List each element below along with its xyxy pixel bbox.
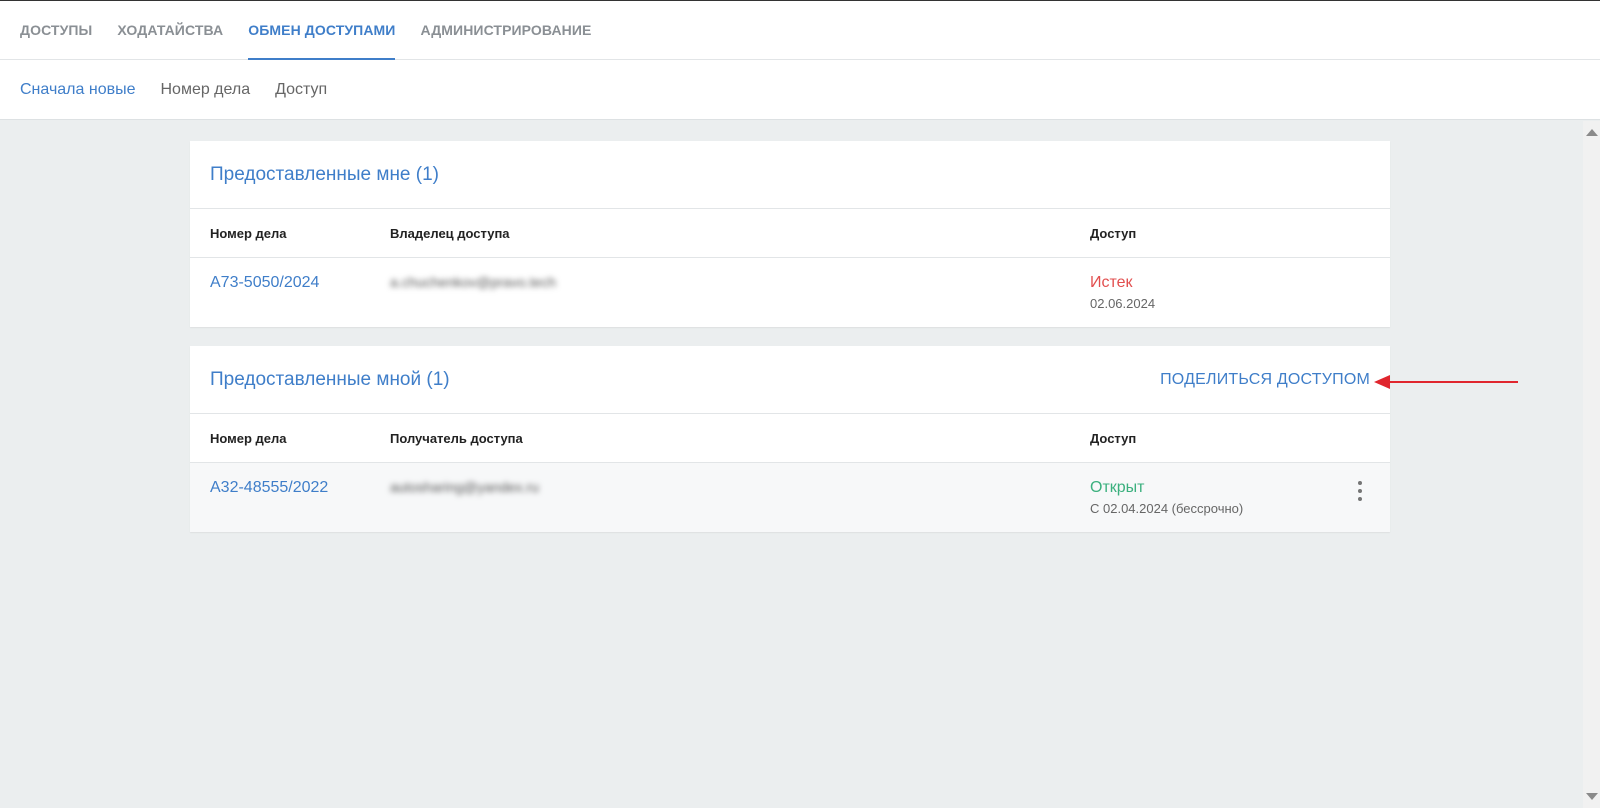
table-header: Номер дела Владелец доступа Доступ xyxy=(190,209,1390,258)
sort-access[interactable]: Доступ xyxy=(275,81,327,99)
granted-by-me-title: Предоставленные мной (1) xyxy=(210,368,450,390)
card-header: Предоставленные мне (1) xyxy=(190,141,1390,209)
column-header-case: Номер дела xyxy=(210,430,287,446)
column-header-case: Номер дела xyxy=(210,225,287,241)
card-header: Предоставленные мной (1) ПОДЕЛИТЬСЯ ДОСТ… xyxy=(190,346,1390,414)
column-header-access: Доступ xyxy=(1090,430,1137,446)
access-date: 02.06.2024 xyxy=(1090,296,1156,311)
table-row: А32-48555/2022 autosharing@yandex.ru Отк… xyxy=(190,463,1390,532)
access-date: С 02.04.2024 (бессрочно) xyxy=(1090,501,1244,516)
top-navigation: ДОСТУПЫ ХОДАТАЙСТВА ОБМЕН ДОСТУПАМИ АДМИ… xyxy=(0,0,1600,61)
column-header-access: Доступ xyxy=(1090,225,1137,241)
granted-by-me-card: Предоставленные мной (1) ПОДЕЛИТЬСЯ ДОСТ… xyxy=(190,346,1390,532)
scrollbar[interactable] xyxy=(1583,121,1600,808)
recipient-email: autosharing@yandex.ru xyxy=(390,479,539,495)
red-arrow-icon xyxy=(1374,375,1518,389)
main-content: Предоставленные мне (1) Номер дела Владе… xyxy=(0,121,1583,808)
sort-newest-first[interactable]: Сначала новые xyxy=(20,81,135,99)
case-number-link[interactable]: А73-5050/2024 xyxy=(210,274,319,291)
more-vertical-icon[interactable] xyxy=(1352,479,1368,503)
granted-to-me-title: Предоставленные мне (1) xyxy=(210,163,440,185)
table-row: А73-5050/2024 a.chuchenkov@pravo.tech Ис… xyxy=(190,258,1390,327)
tab-access-exchange[interactable]: ОБМЕН ДОСТУПАМИ xyxy=(248,1,396,61)
scroll-down-icon[interactable] xyxy=(1586,793,1598,800)
granted-to-me-card: Предоставленные мне (1) Номер дела Владе… xyxy=(190,141,1390,327)
tab-petitions[interactable]: ХОДАТАЙСТВА xyxy=(117,1,223,60)
scroll-up-icon[interactable] xyxy=(1586,129,1598,136)
share-access-button[interactable]: ПОДЕЛИТЬСЯ ДОСТУПОМ xyxy=(1160,371,1370,389)
status-open: Открыт xyxy=(1090,479,1145,496)
sort-bar: Сначала новые Номер дела Доступ xyxy=(0,60,1600,120)
main-tabs: ДОСТУПЫ ХОДАТАЙСТВА ОБМЕН ДОСТУПАМИ АДМИ… xyxy=(0,1,1600,61)
tab-administration[interactable]: АДМИНИСТРИРОВАНИЕ xyxy=(420,1,591,60)
column-header-recipient: Получатель доступа xyxy=(390,430,523,446)
tab-accesses[interactable]: ДОСТУПЫ xyxy=(20,1,92,60)
table-header: Номер дела Получатель доступа Доступ xyxy=(190,414,1390,463)
owner-email: a.chuchenkov@pravo.tech xyxy=(390,274,556,290)
sort-case-number[interactable]: Номер дела xyxy=(160,81,250,99)
case-number-link[interactable]: А32-48555/2022 xyxy=(210,479,328,496)
column-header-owner: Владелец доступа xyxy=(390,225,510,241)
status-expired: Истек xyxy=(1090,274,1133,291)
